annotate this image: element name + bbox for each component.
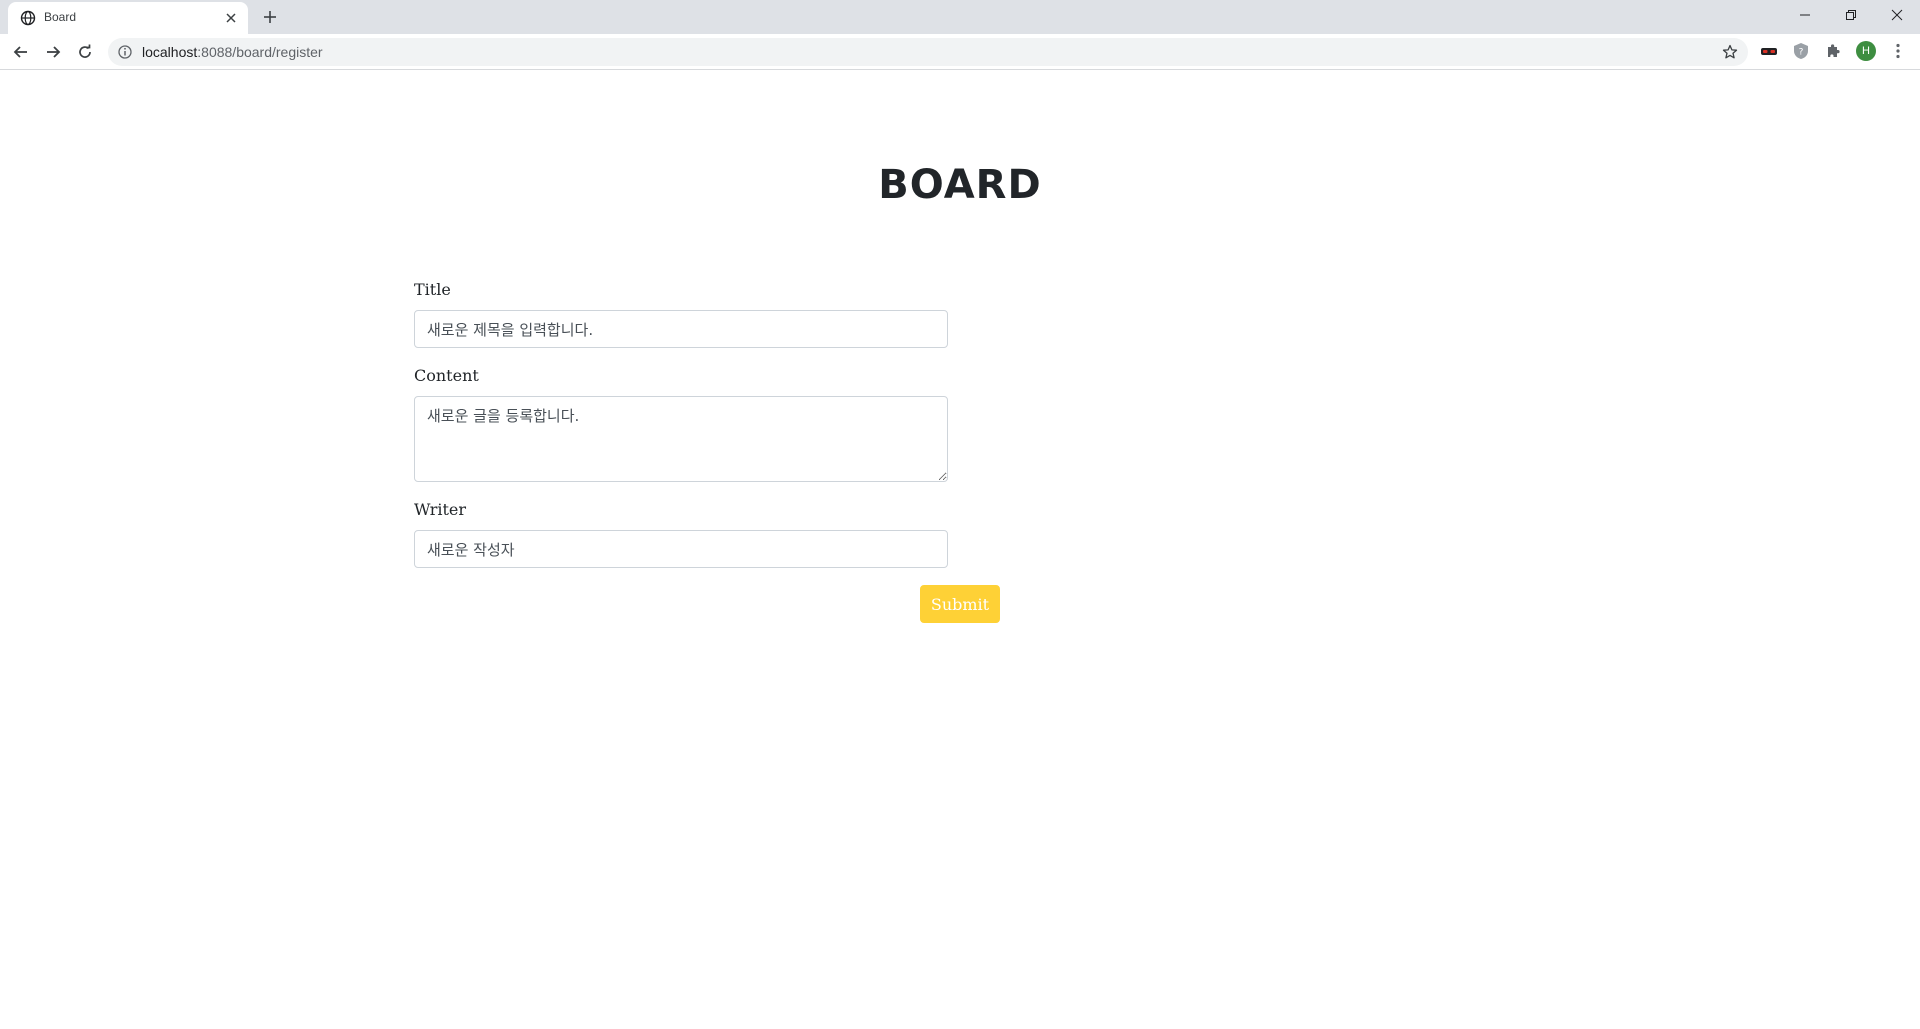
globe-icon bbox=[20, 10, 36, 26]
url-text: localhost:8088/board/register bbox=[142, 44, 323, 60]
tab-strip: Board bbox=[0, 0, 1920, 34]
back-button[interactable] bbox=[11, 42, 31, 62]
title-label: Title bbox=[414, 280, 451, 299]
puzzle-icon bbox=[1828, 44, 1840, 57]
content-textarea[interactable]: 새로운 글을 등록합니다. bbox=[414, 396, 948, 482]
more-vertical-icon bbox=[1896, 43, 1900, 59]
menu-button[interactable] bbox=[1889, 42, 1907, 60]
forward-button[interactable] bbox=[43, 42, 63, 62]
content-label: Content bbox=[414, 366, 479, 385]
window-close-icon bbox=[1891, 9, 1903, 21]
title-input[interactable] bbox=[414, 310, 948, 348]
reload-button[interactable] bbox=[75, 42, 95, 62]
restore-button[interactable] bbox=[1828, 0, 1874, 30]
writer-label: Writer bbox=[414, 500, 467, 519]
address-bar[interactable]: localhost:8088/board/register bbox=[108, 38, 1748, 66]
arrow-left-icon bbox=[13, 46, 27, 58]
profile-avatar[interactable]: H bbox=[1856, 41, 1876, 61]
info-icon[interactable] bbox=[118, 45, 132, 59]
star-icon[interactable] bbox=[1722, 44, 1738, 60]
arrow-right-icon bbox=[47, 46, 61, 58]
url-host: localhost bbox=[142, 44, 198, 60]
tab-board[interactable]: Board bbox=[8, 2, 248, 34]
shield-icon: ? bbox=[1794, 43, 1808, 59]
url-path: :8088/board/register bbox=[197, 44, 323, 60]
browser-toolbar: localhost:8088/board/register bbox=[0, 34, 1920, 70]
svg-text:?: ? bbox=[1799, 48, 1804, 58]
window-close-button[interactable] bbox=[1874, 0, 1920, 30]
page-title: BOARD bbox=[878, 162, 1042, 208]
reload-icon bbox=[79, 44, 91, 58]
extension-shield-icon[interactable]: ? bbox=[1792, 42, 1810, 60]
tab-title: Board bbox=[44, 10, 77, 24]
submit-button[interactable]: Submit bbox=[920, 585, 1000, 623]
close-icon[interactable] bbox=[224, 11, 238, 25]
minimize-button[interactable] bbox=[1782, 0, 1828, 30]
writer-input[interactable] bbox=[414, 530, 948, 568]
restore-icon bbox=[1846, 10, 1856, 20]
extensions-button[interactable] bbox=[1824, 42, 1842, 60]
extension-glasses-icon[interactable] bbox=[1760, 42, 1778, 60]
glasses-icon bbox=[1761, 48, 1777, 55]
plus-icon[interactable] bbox=[262, 9, 278, 25]
minimize-icon bbox=[1800, 14, 1810, 16]
